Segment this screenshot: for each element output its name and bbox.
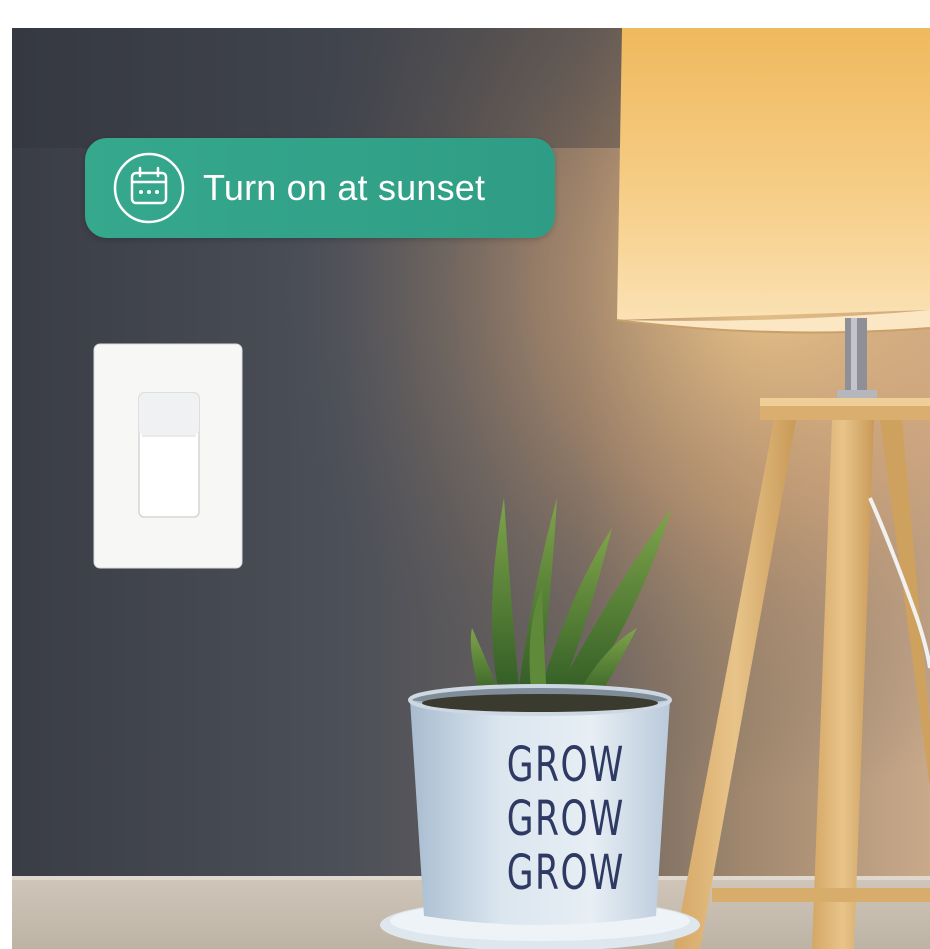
calendar-icon xyxy=(111,150,187,226)
pot-lettering: GROW GROW GROW xyxy=(506,737,625,901)
smart-switch-scene: GROW GROW GROW Turn on at sunset xyxy=(12,28,930,949)
product-image: GROW GROW GROW Turn on at sunset xyxy=(0,0,930,949)
schedule-badge: Turn on at sunset xyxy=(85,138,555,238)
lamp-shade xyxy=(616,28,930,334)
pot-text-line: GROW xyxy=(506,845,625,901)
pot-text-line: GROW xyxy=(506,791,625,847)
switch-plate xyxy=(93,343,243,569)
pot-text-line: GROW xyxy=(506,737,625,793)
badge-label: Turn on at sunset xyxy=(203,167,486,208)
